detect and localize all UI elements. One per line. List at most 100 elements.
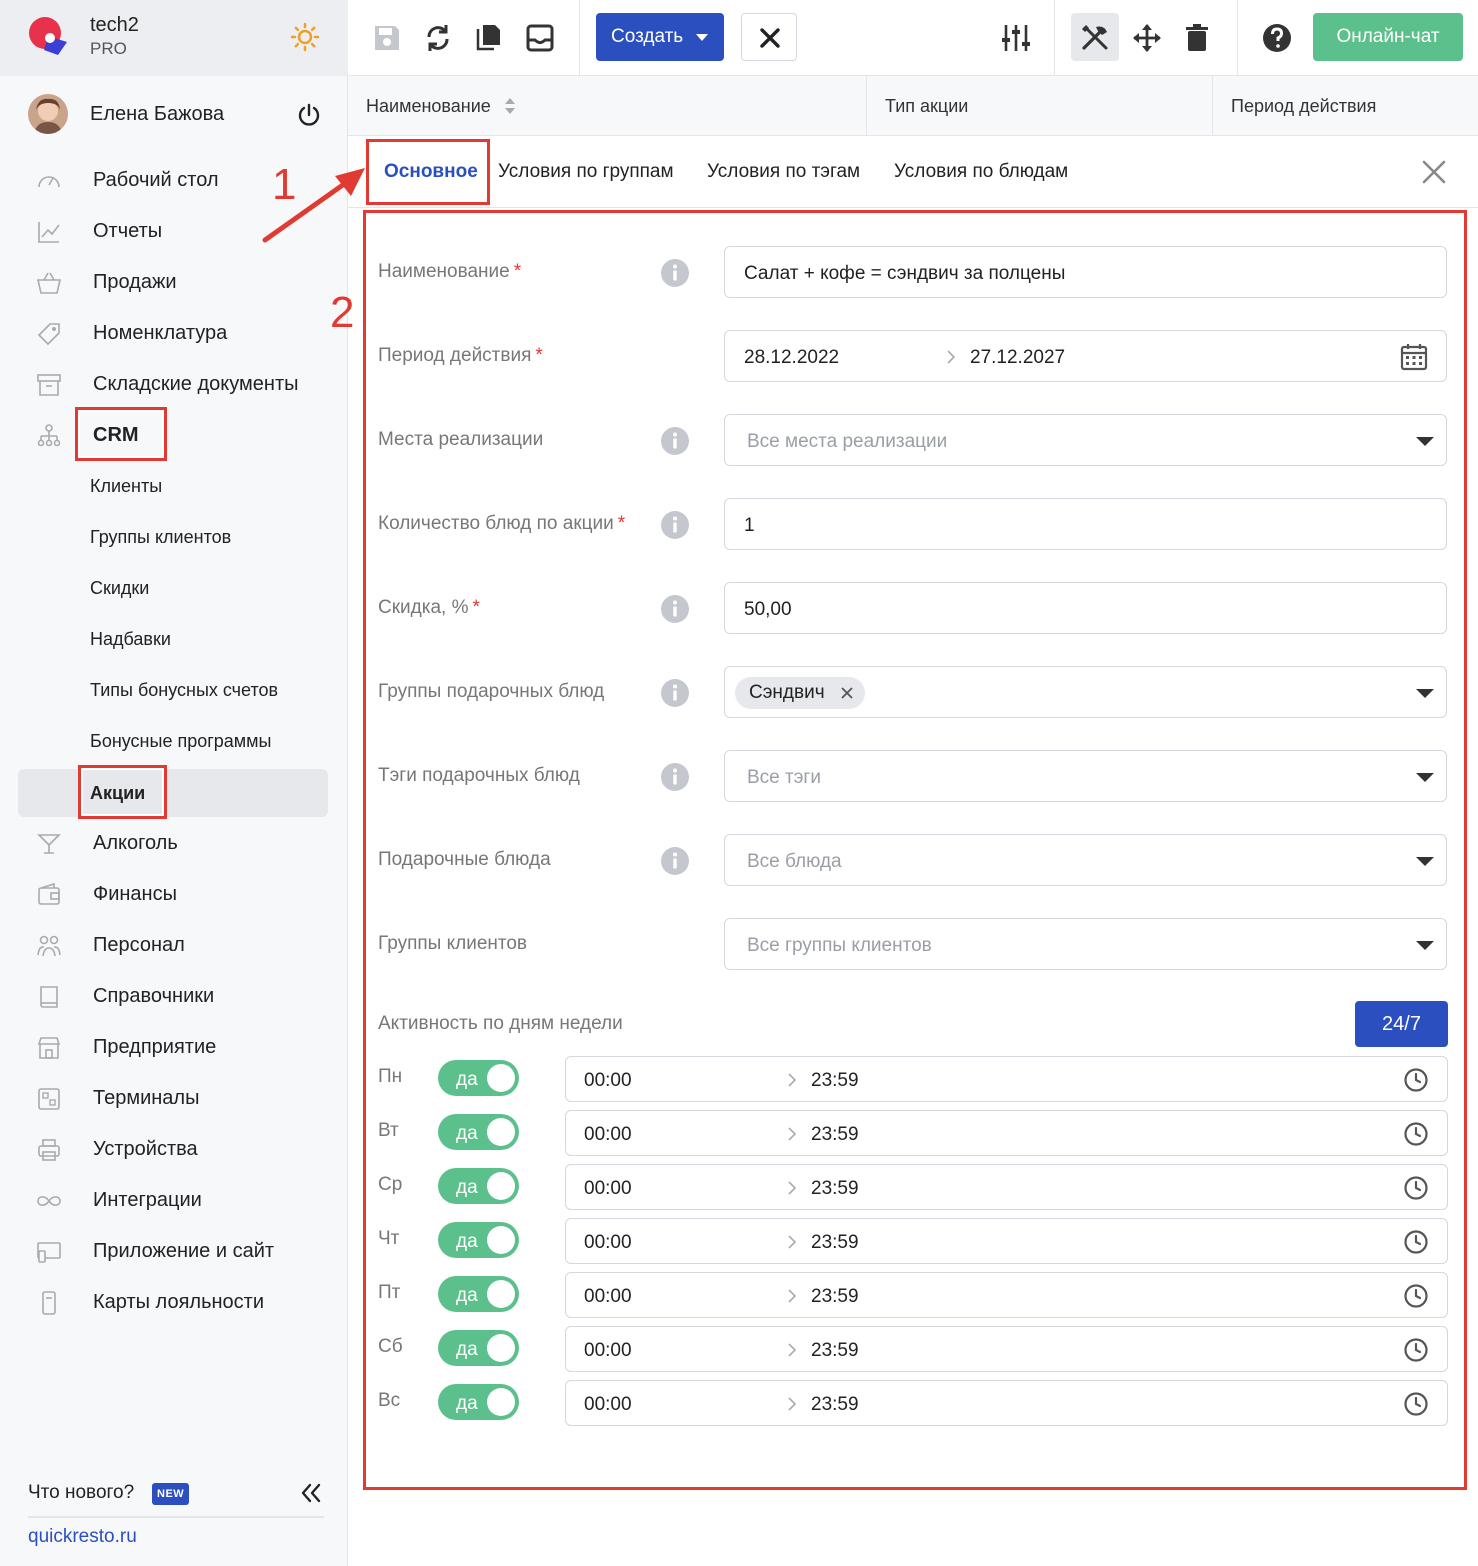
power-icon[interactable] [296, 102, 322, 128]
sidebar-item-sales[interactable]: Продажи [18, 258, 328, 306]
annotation-box-crm [75, 407, 167, 461]
chevron-down-icon [696, 34, 708, 41]
sidebar-item-app-and-site[interactable]: Приложение и сайт [18, 1227, 328, 1275]
filter-sliders-icon[interactable] [998, 20, 1034, 56]
site-link[interactable]: quickresto.ru [28, 1526, 137, 1548]
sidebar-item-label: Складские документы [93, 373, 299, 395]
sidebar-item-label: Предприятие [93, 1036, 217, 1058]
chart-icon [38, 222, 60, 243]
tabs: Основное Условия по группам Условия по т… [348, 136, 1478, 208]
sidebar-item-label: Скидки [90, 578, 150, 598]
sidebar-item-label: Номенклатура [93, 322, 228, 344]
printer-icon [38, 1139, 60, 1161]
sidebar-item-label: Группы клиентов [90, 527, 232, 547]
archive-icon [37, 374, 61, 396]
sidebar-item-label: Надбавки [90, 629, 171, 649]
sidebar-item-label: Продажи [93, 271, 177, 293]
sidebar-item-label: Клиенты [90, 476, 163, 496]
sidebar-item-label: Приложение и сайт [93, 1240, 275, 1262]
column-label: Период действия [1231, 96, 1377, 116]
create-button-label: Создать [611, 26, 684, 47]
sidebar-item-finance[interactable]: Финансы [18, 870, 328, 918]
archive-box-icon[interactable] [522, 20, 558, 56]
infinity-icon [37, 1196, 61, 1206]
annotation-box-promotions [78, 765, 167, 819]
annotation-box-form [363, 210, 1467, 1490]
sidebar-item-label: Типы бонусных счетов [90, 680, 279, 700]
tag-icon [37, 323, 60, 346]
online-chat-button[interactable]: Онлайн-чат [1313, 13, 1463, 61]
sidebar-item-label: Терминалы [93, 1087, 200, 1109]
tools-icon[interactable] [1077, 20, 1113, 56]
sidebar-item-directories[interactable]: Справочники [18, 972, 328, 1020]
close-panel-icon[interactable] [1420, 158, 1448, 186]
collapse-sidebar-icon[interactable] [298, 1480, 324, 1506]
close-icon [760, 28, 780, 48]
cocktail-icon [37, 834, 61, 854]
sidebar-subitem-clients[interactable]: Клиенты [18, 462, 328, 510]
sidebar-item-label: Устройства [93, 1138, 198, 1160]
move-icon[interactable] [1129, 20, 1165, 56]
cancel-button[interactable] [741, 13, 797, 61]
column-header-promo-type[interactable]: Тип акции [866, 76, 1212, 136]
sidebar-subitem-promotions[interactable]: Акции [18, 769, 328, 817]
book-icon [40, 986, 58, 1008]
tab-dish-conditions[interactable]: Условия по блюдам [894, 161, 1068, 183]
wallet-icon [38, 882, 60, 905]
toolbar-separator [1054, 0, 1055, 76]
sidebar-footer: Что нового? NEW [28, 1474, 324, 1518]
column-header-name[interactable]: Наименование [348, 76, 866, 136]
user-profile[interactable]: Елена Бажова [28, 94, 328, 136]
qr-icon [38, 1088, 60, 1110]
sidebar-item-label: Персонал [93, 934, 185, 956]
sidebar-item-nomenclature[interactable]: Номенклатура [18, 309, 328, 357]
annotation-number-2: 2 [330, 288, 355, 337]
sidebar-item-terminals[interactable]: Терминалы [18, 1074, 328, 1122]
brand-plan: PRO [90, 39, 127, 58]
sidebar-item-loyalty-cards[interactable]: Карты лояльности [18, 1278, 328, 1326]
tab-group-conditions[interactable]: Условия по группам [498, 161, 674, 183]
save-icon[interactable] [369, 20, 405, 56]
copy-icon[interactable] [471, 20, 507, 56]
create-button[interactable]: Создать [596, 13, 724, 61]
sidebar-item-crm[interactable]: CRM [18, 411, 328, 459]
sidebar-item-label: Справочники [93, 985, 215, 1007]
store-icon [37, 1037, 61, 1059]
sidebar-item-label: Интеграции [93, 1189, 202, 1211]
brand-header: tech2 PRO [0, 0, 348, 76]
avatar [28, 94, 68, 134]
sidebar-item-alcohol[interactable]: Алкоголь [18, 819, 328, 867]
refresh-icon[interactable] [420, 20, 456, 56]
tab-tag-conditions[interactable]: Условия по тэгам [707, 161, 860, 183]
app-window: tech2 PRO Елена Бажова Рабочий стол Отче… [0, 0, 1478, 1566]
brand-name: tech2 [90, 14, 139, 36]
sidebar-item-warehouse-docs[interactable]: Складские документы [18, 360, 328, 408]
help-icon[interactable] [1259, 20, 1295, 56]
sort-icon[interactable] [503, 96, 517, 116]
sidebar-subitem-bonus-account-types[interactable]: Типы бонусных счетов [18, 666, 328, 714]
org-chart-icon [37, 424, 61, 447]
sidebar-item-enterprise[interactable]: Предприятие [18, 1023, 328, 1071]
people-icon [37, 935, 61, 957]
sidebar-item-integrations[interactable]: Интеграции [18, 1176, 328, 1224]
theme-sun-icon[interactable] [290, 22, 320, 52]
table-header: Наименование Тип акции Период действия [348, 76, 1478, 136]
card-icon [42, 1291, 56, 1315]
sidebar-item-devices[interactable]: Устройства [18, 1125, 328, 1173]
sidebar-item-label: Рабочий стол [93, 169, 219, 191]
column-label: Наименование [366, 96, 491, 116]
column-header-period[interactable]: Период действия [1212, 76, 1478, 136]
sidebar-subitem-bonus-programs[interactable]: Бонусные программы [18, 717, 328, 765]
sidebar-subitem-discounts[interactable]: Скидки [18, 564, 328, 612]
user-name: Елена Бажова [90, 103, 225, 125]
sidebar-item-staff[interactable]: Персонал [18, 921, 328, 969]
trash-icon[interactable] [1179, 20, 1215, 56]
sidebar-item-label: Отчеты [93, 220, 163, 242]
toolbar-separator [579, 0, 580, 76]
annotation-number-1: 1 [272, 160, 297, 209]
sidebar-subitem-markups[interactable]: Надбавки [18, 615, 328, 663]
whats-new-link[interactable]: Что нового? [28, 1482, 134, 1504]
sidebar-subitem-client-groups[interactable]: Группы клиентов [18, 513, 328, 561]
column-label: Тип акции [885, 96, 969, 116]
logo-icon [29, 17, 67, 55]
